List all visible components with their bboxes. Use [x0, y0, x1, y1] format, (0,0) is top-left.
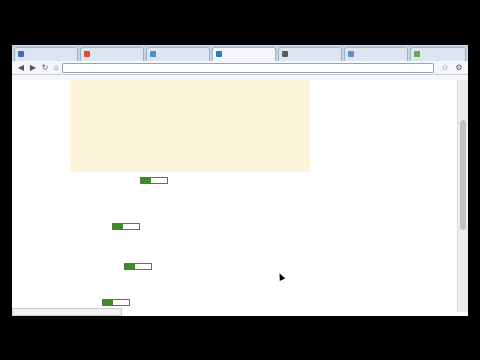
browser-tab[interactable] — [212, 47, 276, 61]
rating-badge-icon — [112, 223, 140, 230]
browser-tab[interactable] — [146, 47, 210, 61]
tab-bar — [12, 45, 468, 61]
bookmark-star-icon[interactable]: ☆ — [440, 63, 450, 73]
wrench-icon[interactable]: ⚙ — [454, 63, 464, 73]
forward-icon[interactable]: ▶ — [28, 63, 38, 73]
search-results-page — [12, 80, 457, 312]
browser-window: ◀ ▶ ↻ ⌂ ☆ ⚙ — [12, 45, 468, 316]
rating-badge-icon — [102, 299, 130, 306]
tab-favicon-icon — [18, 51, 24, 57]
home-icon[interactable]: ⌂ — [51, 63, 61, 73]
rating-badge-icon — [124, 263, 152, 270]
browser-tab[interactable] — [80, 47, 144, 61]
browser-tab[interactable] — [410, 47, 466, 61]
tab-favicon-icon — [414, 51, 420, 57]
tab-favicon-icon — [348, 51, 354, 57]
scrollbar[interactable] — [457, 80, 468, 312]
rating-badge-icon — [140, 177, 168, 184]
browser-tab[interactable] — [344, 47, 408, 61]
scrollbar-thumb[interactable] — [460, 120, 466, 230]
tab-favicon-icon — [282, 51, 288, 57]
reload-icon[interactable]: ↻ — [40, 63, 50, 73]
address-bar[interactable] — [62, 63, 434, 73]
top-ads-block — [70, 80, 310, 172]
navigation-bar: ◀ ▶ ↻ ⌂ ☆ ⚙ — [12, 61, 468, 75]
tab-favicon-icon — [84, 51, 90, 57]
tab-favicon-icon — [216, 51, 222, 57]
status-bar — [12, 308, 122, 316]
back-icon[interactable]: ◀ — [16, 63, 26, 73]
tab-favicon-icon — [150, 51, 156, 57]
browser-tab[interactable] — [14, 47, 78, 61]
browser-tab[interactable] — [278, 47, 342, 61]
